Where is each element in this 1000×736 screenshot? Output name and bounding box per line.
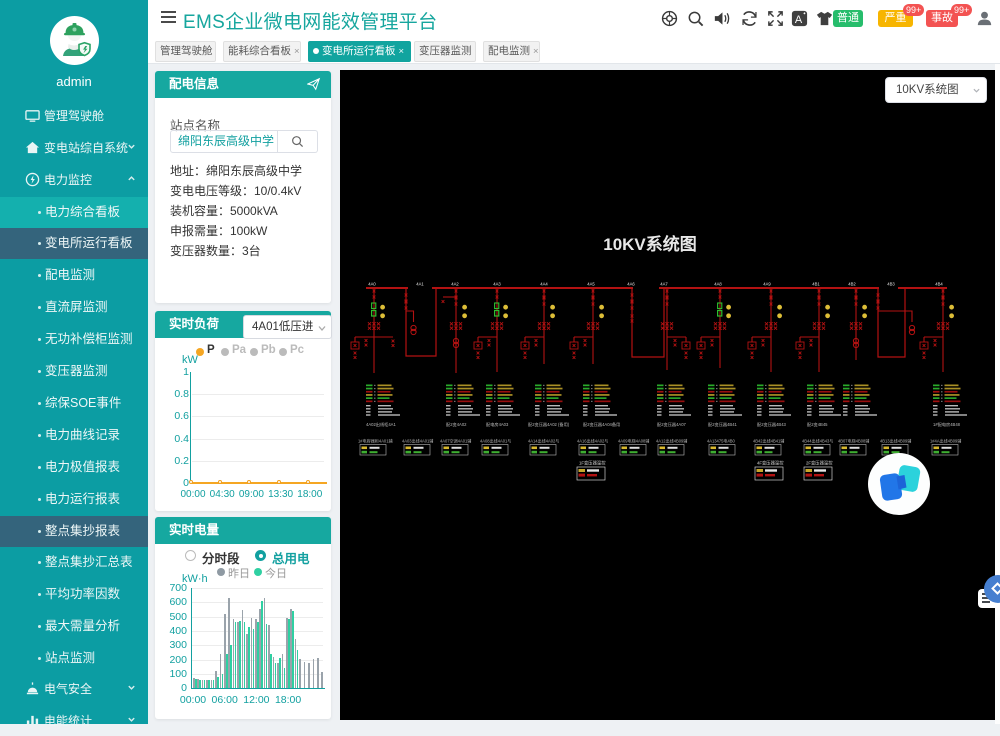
svg-text:2F变压器温控: 2F变压器温控 [806,460,833,467]
svg-text:4A3: 4A3 [493,282,501,287]
svg-text:配2变压器4B41: 配2变压器4B41 [708,421,738,428]
svg-text:4A9: 4A9 [763,282,771,287]
svg-text:4A7: 4A7 [660,282,668,287]
svg-text:配2变压器4B43: 配2变压器4B43 [757,421,787,428]
svg-text:4A4: 4A4 [540,282,548,287]
svg-text:4B3: 4B3 [887,282,895,287]
svg-text:4A13475电4B0: 4A13475电4B0 [707,438,735,444]
svg-text:4A07空调4A01辅: 4A07空调4A01辅 [440,438,471,444]
svg-text:4B1: 4B1 [812,282,820,287]
svg-text:10KV系统图: 10KV系统图 [603,234,697,254]
svg-text:1#配电房4B48: 1#配电房4B48 [933,421,961,428]
svg-text:4F变压器温控: 4F变压器温控 [757,460,784,467]
svg-text:配2变4A02: 配2变4A02 [446,421,467,428]
svg-text:配2变4B45: 配2变4B45 [807,421,828,428]
svg-text:4B2: 4B2 [848,282,856,287]
svg-text:4A5: 4A5 [587,282,595,287]
svg-text:4B13出线4B09辅: 4B13出线4B09辅 [880,438,911,444]
svg-text:A: A [795,14,803,26]
svg-text:4B44出线4B43与: 4B44出线4B43与 [802,438,833,444]
svg-text:配电房4A03: 配电房4A03 [486,421,509,428]
svg-text:4A03出线4A01辅: 4A03出线4A01辅 [402,438,433,444]
svg-text:4A1: 4A1 [416,282,424,287]
svg-text:4B07电梯4B08辅: 4B07电梯4B08辅 [838,438,869,444]
svg-text:4B4: 4B4 [935,282,943,287]
svg-text:4A02出线柜4A1: 4A02出线柜4A1 [366,421,396,428]
svg-text:4A09电梯4A08辅: 4A09电梯4A08辅 [618,438,649,444]
svg-text:4A12出线4B09辅: 4A12出线4B09辅 [656,438,687,444]
svg-text:4A14出线4A02与: 4A14出线4A02与 [528,438,559,444]
svg-text:配2变压器4A02 (备用): 配2变压器4A02 (备用) [528,421,570,428]
svg-text:4A08出线4A01与: 4A08出线4A01与 [480,438,511,444]
svg-text:4A16出线4A02与: 4A16出线4A02与 [577,438,608,444]
svg-text:4A0: 4A0 [368,282,376,287]
svg-text:1#电容器柜4A01辅: 1#电容器柜4A01辅 [358,438,393,444]
svg-text:4A6: 4A6 [627,282,635,287]
svg-text:配2变压器4A07: 配2变压器4A07 [657,421,687,428]
svg-text:1#4A出线4B09辅: 1#4A出线4B09辅 [930,438,961,444]
svg-text:4A2: 4A2 [451,282,459,287]
svg-text:配2变压器4A04备用: 配2变压器4A04备用 [583,421,620,428]
svg-text:4A8: 4A8 [714,282,722,287]
svg-text:1F变压器温控: 1F变压器温控 [579,460,606,467]
svg-text:4B42出线4B41辅: 4B42出线4B41辅 [753,438,784,444]
